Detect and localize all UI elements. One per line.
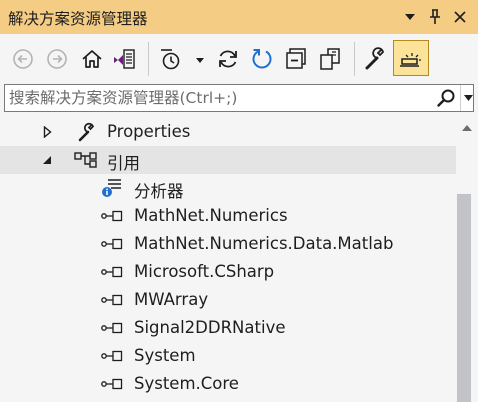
properties-icon [365, 47, 384, 70]
preview-selected-button[interactable] [393, 40, 429, 76]
assembly-reference-icon [101, 347, 123, 365]
assembly-reference-icon [101, 375, 123, 393]
switch-views-button[interactable] [110, 45, 138, 73]
toolbar [0, 34, 478, 84]
tree-item-label: System [134, 346, 196, 365]
search-input[interactable] [5, 85, 435, 111]
tree-item-references[interactable]: 引用 [0, 146, 456, 174]
pending-changes-filter-icon [161, 49, 204, 70]
collapse-arrow-icon[interactable] [40, 153, 54, 167]
tree-item-label: MWArray [134, 290, 209, 309]
panel-title: 解决方案资源管理器 [8, 10, 148, 28]
pending-changes-filter-button[interactable] [158, 45, 204, 73]
references-icon [74, 151, 100, 169]
sync-button[interactable] [214, 45, 242, 73]
tree-item-reference[interactable]: Microsoft.CSharp [0, 258, 456, 286]
forward-button[interactable] [44, 45, 70, 73]
tree-item-label: MathNet.Numerics.Data.Matlab [134, 234, 394, 253]
close-icon[interactable] [448, 5, 472, 29]
search-options-dropdown[interactable] [460, 85, 475, 111]
tree-item-reference[interactable]: System.Core [0, 370, 456, 398]
sync-icon [219, 50, 237, 68]
properties-button[interactable] [362, 45, 390, 73]
chevron-down-icon [463, 95, 473, 101]
switch-views-icon [114, 49, 135, 69]
tree-item-reference[interactable]: MathNet.Numerics [0, 202, 456, 230]
assembly-reference-icon [101, 263, 123, 281]
show-all-files-icon [320, 48, 340, 70]
title-bar: 解决方案资源管理器 [0, 0, 478, 34]
assembly-reference-icon [101, 235, 123, 253]
solution-tree: Properties 引用 分析器 MathNet.Numerics MathN… [0, 112, 456, 402]
tree-item-label: Signal2DDRNative [134, 318, 286, 337]
forward-icon [47, 49, 67, 69]
expand-arrow-icon[interactable] [40, 125, 54, 139]
search-icon [437, 89, 455, 107]
refresh-icon [252, 49, 272, 69]
search-box [4, 84, 474, 112]
tree-item-label: Properties [107, 122, 191, 141]
tree-item-label: MathNet.Numerics [134, 206, 288, 225]
scrollbar-thumb[interactable] [457, 194, 471, 402]
back-icon [13, 49, 33, 69]
vertical-scrollbar[interactable] [456, 112, 478, 402]
tree-item-reference[interactable]: MWArray [0, 286, 456, 314]
home-icon [82, 50, 102, 68]
window-position-dropdown-icon[interactable] [398, 5, 422, 29]
tree-item-reference[interactable]: System [0, 342, 456, 370]
back-button[interactable] [10, 45, 36, 73]
collapse-all-button[interactable] [282, 45, 310, 73]
scroll-up-arrow-icon[interactable] [456, 120, 478, 136]
assembly-reference-icon [101, 319, 123, 337]
toolbar-separator [148, 42, 149, 76]
assembly-reference-icon [101, 291, 123, 309]
toolbar-separator [354, 42, 355, 76]
preview-selected-icon [400, 53, 421, 67]
tree-item-reference[interactable]: Signal2DDRNative [0, 314, 456, 342]
tree-item-label: 引用 [107, 154, 140, 173]
tree-item-analyzers[interactable]: 分析器 [0, 174, 456, 202]
tree-item-properties[interactable]: Properties [0, 118, 456, 146]
show-all-files-button[interactable] [316, 45, 344, 73]
search-button[interactable] [433, 85, 459, 111]
home-button[interactable] [78, 45, 106, 73]
tree-item-label: Microsoft.CSharp [134, 262, 275, 281]
tree-item-reference[interactable]: MathNet.Numerics.Data.Matlab [0, 230, 456, 258]
assembly-reference-icon [101, 207, 123, 225]
wrench-icon [76, 122, 98, 142]
refresh-button[interactable] [248, 45, 276, 73]
tree-item-label: 分析器 [134, 182, 184, 201]
tree-item-label: System.Core [134, 374, 239, 393]
pin-icon[interactable] [423, 5, 447, 29]
analyzer-icon [101, 179, 123, 197]
collapse-all-icon [286, 48, 306, 69]
